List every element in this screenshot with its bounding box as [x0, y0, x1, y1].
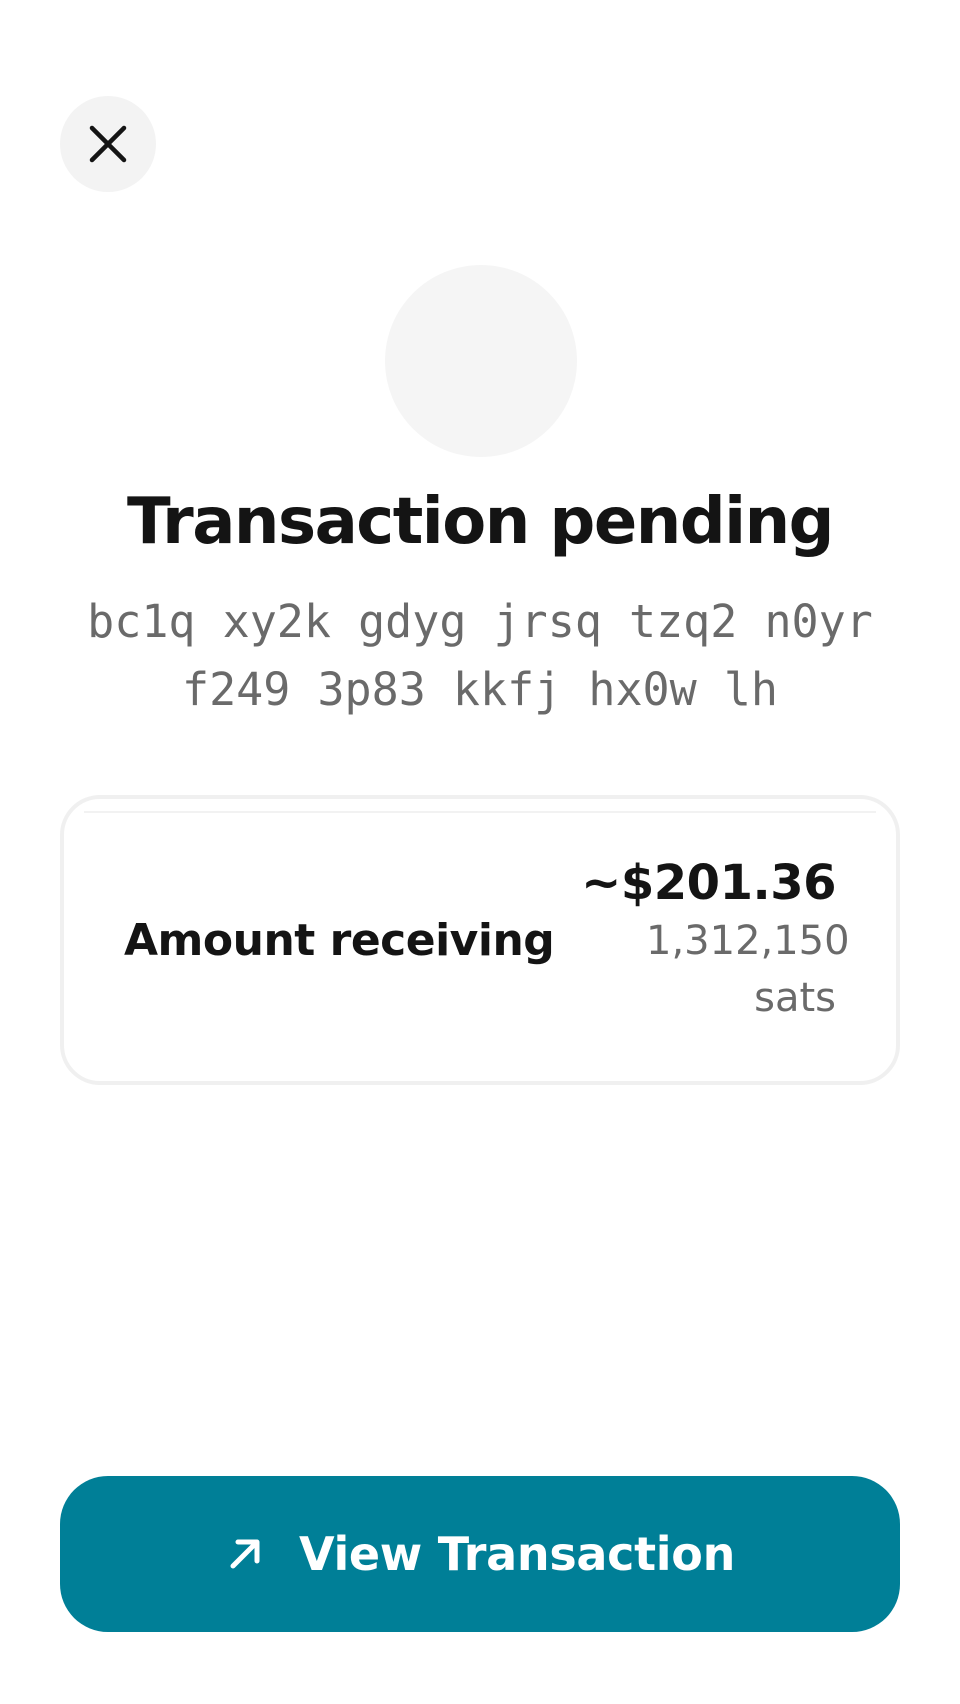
page-title: Transaction pending — [127, 485, 834, 559]
amount-card: Amount receiving ~$201.36 1,312,150 sats — [60, 795, 900, 1085]
arrow-up-right-icon — [230, 1539, 260, 1569]
amount-label: Amount receiving — [124, 914, 555, 966]
status-avatar — [385, 265, 577, 457]
close-button[interactable] — [60, 96, 156, 192]
amount-sats-value: 1,312,150 sats — [646, 918, 850, 1021]
address-line-2: f249 3p83 kkfj hx0w lh — [181, 663, 779, 716]
amount-fiat-value: ~$201.36 — [581, 855, 836, 911]
view-transaction-label: View Transaction — [298, 1527, 736, 1581]
view-transaction-button[interactable]: View Transaction — [60, 1476, 900, 1632]
bitcoin-address: bc1q xy2k gdyg jrsq tzq2 n0yr f249 3p83 … — [60, 588, 900, 724]
close-icon — [89, 125, 127, 163]
address-line-1: bc1q xy2k gdyg jrsq tzq2 n0yr — [87, 595, 873, 648]
amount-values: ~$201.36 1,312,150 sats — [581, 853, 850, 1027]
